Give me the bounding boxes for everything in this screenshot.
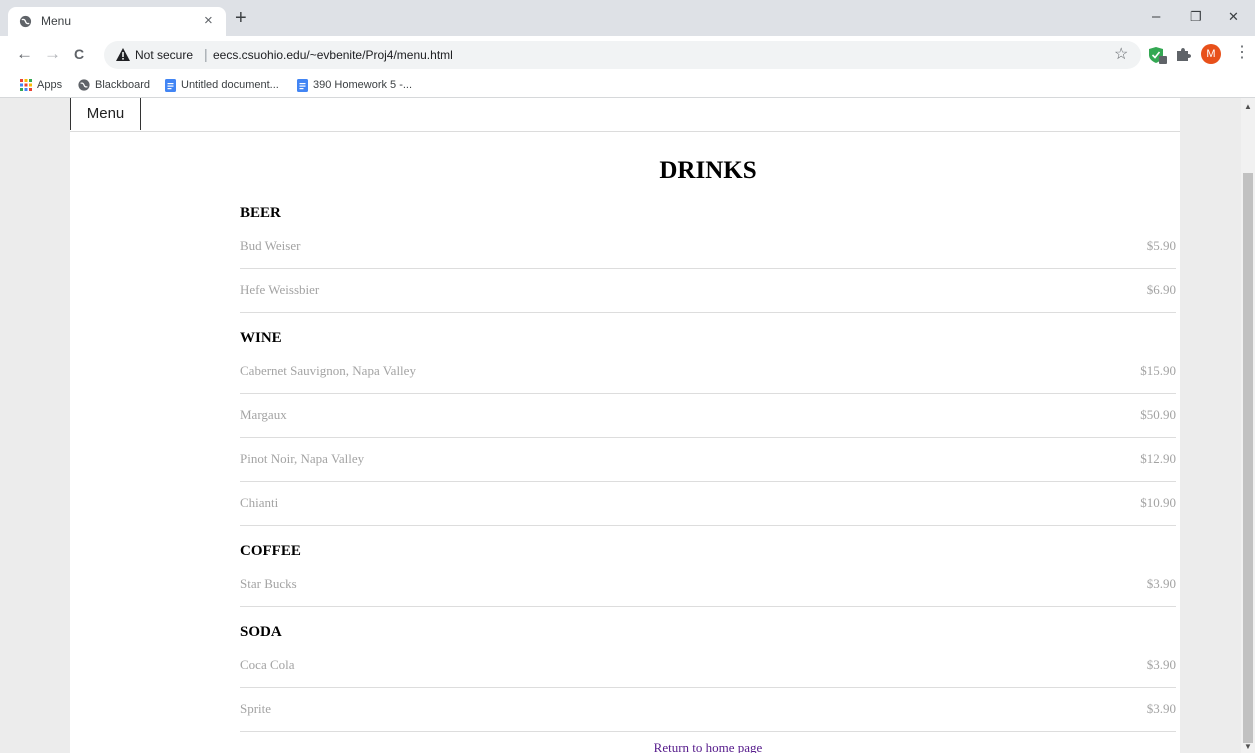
menu-item: Pinot Noir, Napa Valley $12.90 xyxy=(240,438,1176,482)
menu-item: Star Bucks $3.90 xyxy=(240,563,1176,607)
bookmark-apps[interactable]: Apps xyxy=(20,76,62,94)
forward-button[interactable]: → xyxy=(44,44,61,64)
item-price: $6.90 xyxy=(1146,282,1176,297)
apps-grid-icon xyxy=(20,79,32,92)
back-button[interactable]: ← xyxy=(16,44,33,64)
docs-icon xyxy=(297,78,308,92)
warning-icon xyxy=(116,48,130,61)
item-name: Star Bucks xyxy=(240,576,297,591)
puzzle-extensions-icon[interactable] xyxy=(1175,46,1191,62)
item-price: $3.90 xyxy=(1146,701,1176,716)
url-text[interactable]: eecs.csuohio.edu/~evbenite/Proj4/menu.ht… xyxy=(213,48,453,62)
menu-item: Sprite $3.90 xyxy=(240,688,1176,732)
item-price: $5.90 xyxy=(1146,238,1176,253)
item-name: Hefe Weissbier xyxy=(240,282,320,297)
section-title: COFFEE xyxy=(240,543,301,559)
bookmark-390-homework[interactable]: 390 Homework 5 -... xyxy=(297,76,412,94)
item-price: $50.90 xyxy=(1140,407,1176,422)
section-soda: SODA Coca Cola $3.90 Sprite $3.90 xyxy=(240,607,1176,732)
bookmark-label: Untitled document... xyxy=(181,79,279,91)
section-title: SODA xyxy=(240,624,282,640)
menu-item: Coca Cola $3.90 xyxy=(240,644,1176,688)
section-wine: WINE Cabernet Sauvignon, Napa Valley $15… xyxy=(240,313,1176,526)
item-price: $10.90 xyxy=(1140,495,1176,510)
security-label: Not secure xyxy=(135,48,194,62)
url-separator: | xyxy=(204,46,208,62)
shield-extension-icon[interactable] xyxy=(1148,46,1168,64)
item-price: $15.90 xyxy=(1140,363,1176,378)
item-price: $3.90 xyxy=(1146,657,1176,672)
page-viewport: Menu DRINKS BEER Bud Weiser $5.90 Hefe W… xyxy=(0,98,1241,753)
return-home-link[interactable]: Return to home page xyxy=(240,740,1176,753)
bookmarks-bar: Apps Blackboard Untitled document... 390… xyxy=(0,72,1255,98)
bookmark-label: Blackboard xyxy=(95,79,151,91)
tab-title: Menu xyxy=(41,14,72,28)
scroll-up-arrow-icon[interactable]: ▲ xyxy=(1244,102,1252,111)
menu-item: Cabernet Sauvignon, Napa Valley $15.90 xyxy=(240,350,1176,394)
page-title: DRINKS xyxy=(659,157,757,184)
tab-menu[interactable]: Menu × xyxy=(8,7,226,36)
item-name: Cabernet Sauvignon, Napa Valley xyxy=(240,363,416,378)
globe-icon xyxy=(19,15,32,28)
address-bar[interactable]: Not secure | eecs.csuohio.edu/~evbenite/… xyxy=(104,41,1141,69)
scroll-down-arrow-icon[interactable]: ▼ xyxy=(1244,742,1252,751)
minimize-button[interactable]: – xyxy=(1152,8,1160,26)
close-window-button[interactable]: ✕ xyxy=(1228,8,1239,26)
item-price: $12.90 xyxy=(1140,451,1176,466)
nav-link-menu[interactable]: Menu xyxy=(70,98,141,130)
menu-item: Bud Weiser $5.90 xyxy=(240,225,1176,269)
item-name: Bud Weiser xyxy=(240,238,301,253)
site-navbar: Menu xyxy=(70,98,1180,132)
browser-menu-icon[interactable]: ⋮ xyxy=(1234,44,1250,62)
menu-item: Hefe Weissbier $6.90 xyxy=(240,269,1176,313)
menu-item: Margaux $50.90 xyxy=(240,394,1176,438)
section-beer: BEER Bud Weiser $5.90 Hefe Weissbier $6.… xyxy=(240,188,1176,313)
section-title: WINE xyxy=(240,330,282,346)
bookmark-untitled-document[interactable]: Untitled document... xyxy=(165,76,279,94)
page-container: Menu DRINKS BEER Bud Weiser $5.90 Hefe W… xyxy=(70,98,1180,753)
restore-button[interactable]: ❐ xyxy=(1190,8,1202,26)
item-name: Chianti xyxy=(240,495,279,510)
docs-icon xyxy=(165,78,176,92)
reload-button[interactable]: C xyxy=(74,44,84,64)
browser-toolbar: ← → C Not secure | eecs.csuohio.edu/~evb… xyxy=(0,36,1255,72)
section-title: BEER xyxy=(240,205,281,221)
item-name: Coca Cola xyxy=(240,657,295,672)
item-name: Pinot Noir, Napa Valley xyxy=(240,451,365,466)
new-tab-button[interactable]: + xyxy=(235,8,247,28)
page-scrollbar[interactable]: ▲ ▼ xyxy=(1241,98,1255,753)
section-coffee: COFFEE Star Bucks $3.90 xyxy=(240,526,1176,607)
menu-item: Chianti $10.90 xyxy=(240,482,1176,526)
item-name: Margaux xyxy=(240,407,287,422)
bookmark-label: Apps xyxy=(37,79,63,91)
tab-strip: Menu × + – ❐ ✕ xyxy=(0,0,1255,36)
bookmark-star-icon[interactable]: ☆ xyxy=(1114,44,1128,64)
scrollbar-thumb[interactable] xyxy=(1243,173,1253,743)
item-price: $3.90 xyxy=(1146,576,1176,591)
bookmark-blackboard[interactable]: Blackboard xyxy=(78,76,150,94)
profile-avatar[interactable]: M xyxy=(1201,44,1221,64)
bookmark-label: 390 Homework 5 -... xyxy=(313,79,413,91)
item-name: Sprite xyxy=(240,701,272,716)
drinks-menu: DRINKS BEER Bud Weiser $5.90 Hefe Weissb… xyxy=(240,138,1176,753)
tab-close-icon[interactable]: × xyxy=(204,11,213,31)
globe-icon xyxy=(78,79,90,91)
